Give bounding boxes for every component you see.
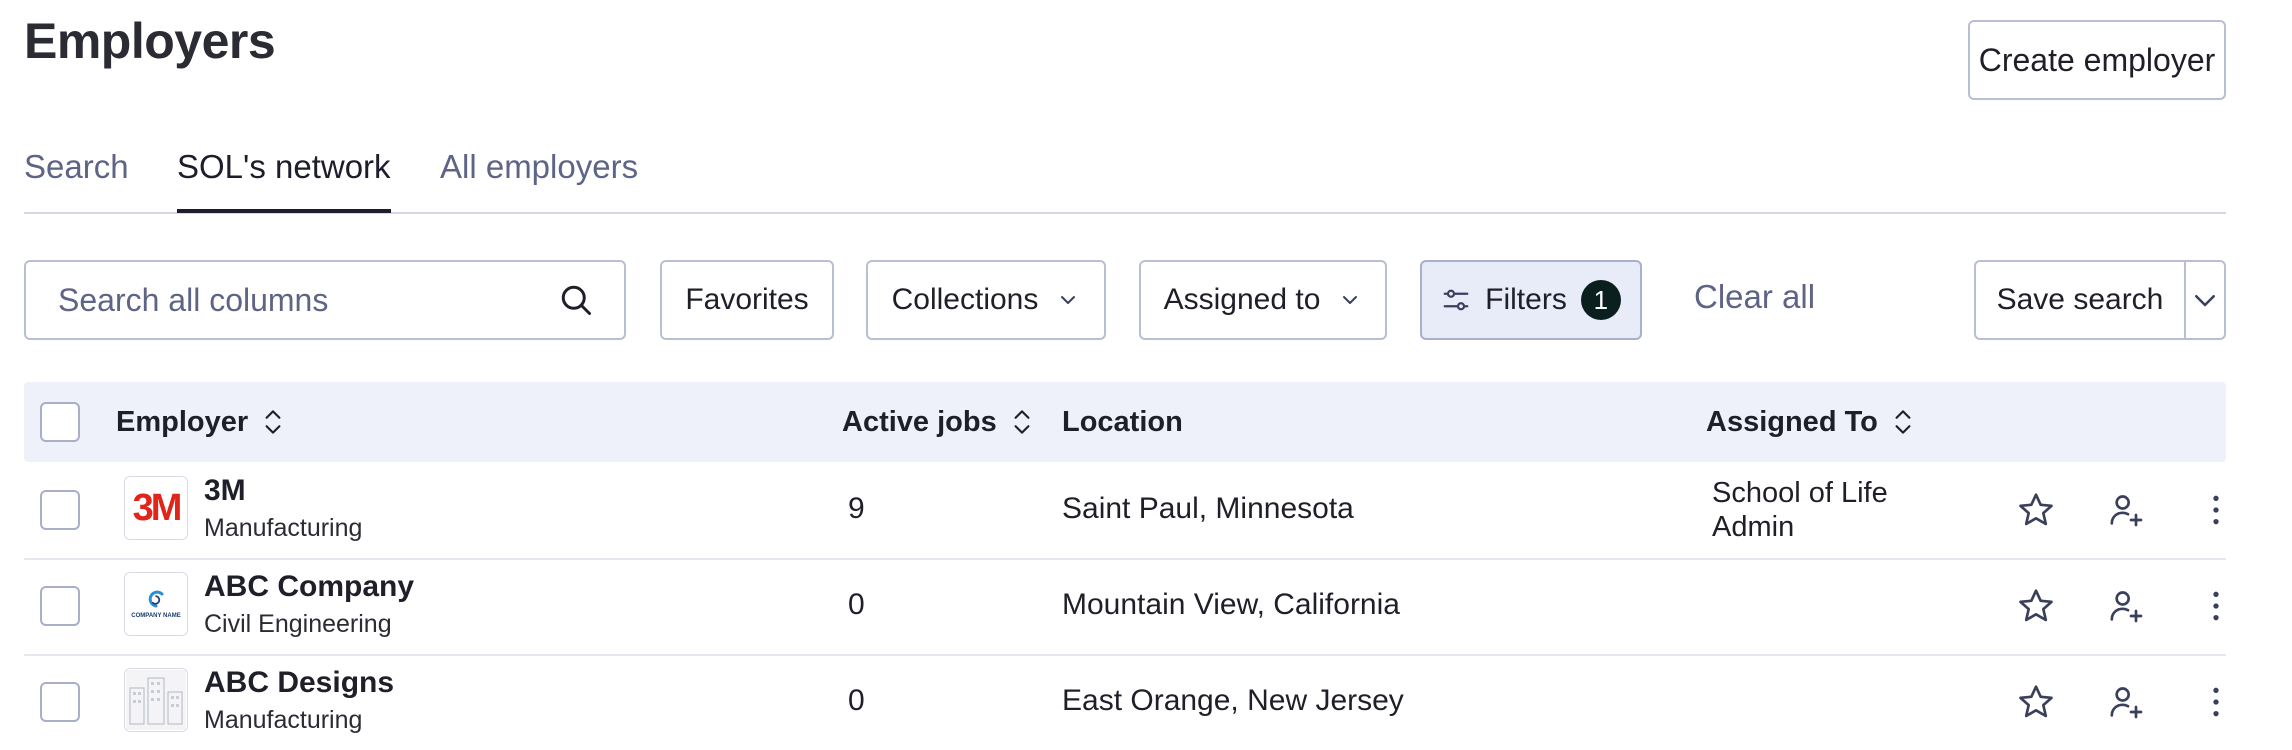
favorites-label: Favorites — [685, 283, 809, 316]
chevron-down-icon — [1338, 288, 1362, 312]
tab-search[interactable]: Search — [24, 148, 129, 210]
employer-logo: 3M — [124, 476, 188, 540]
save-search-group: Save search — [1974, 260, 2226, 340]
employer-logo — [124, 668, 188, 732]
sort-icon[interactable] — [1890, 406, 1916, 438]
star-icon[interactable] — [2016, 682, 2056, 722]
filters-button[interactable]: Filters 1 — [1420, 260, 1642, 340]
column-header-active-jobs: Active jobs — [842, 382, 1035, 462]
favorites-button[interactable]: Favorites — [660, 260, 834, 340]
create-employer-button[interactable]: Create employer — [1968, 20, 2226, 100]
table-row[interactable]: COMPANY NAME ABC Company Civil Engineeri… — [24, 558, 2226, 656]
building-icon — [126, 670, 186, 730]
row-checkbox[interactable] — [40, 490, 80, 530]
column-label-location: Location — [1062, 405, 1183, 438]
save-search-button[interactable]: Save search — [1976, 262, 2186, 338]
user-plus-icon[interactable] — [2106, 490, 2146, 530]
sort-icon[interactable] — [1009, 406, 1035, 438]
employer-location: Saint Paul, Minnesota — [1062, 492, 1354, 525]
tab-sols-network[interactable]: SOL's network — [177, 148, 391, 213]
table-header: Employer Active jobs Location Assigned T… — [24, 382, 2226, 462]
company-logo-mark-icon — [148, 590, 164, 608]
column-label-assigned-to: Assigned To — [1706, 405, 1878, 438]
table-row[interactable]: ABC Designs Manufacturing 0 East Orange,… — [24, 654, 2226, 750]
row-checkbox[interactable] — [40, 586, 80, 626]
column-header-assigned-to: Assigned To — [1706, 382, 1916, 462]
active-jobs-count: 0 — [848, 684, 865, 717]
assigned-to-label: Assigned to — [1163, 283, 1321, 316]
user-plus-icon[interactable] — [2106, 682, 2146, 722]
star-icon[interactable] — [2016, 586, 2056, 626]
save-search-dropdown-button[interactable] — [2186, 262, 2224, 338]
page-title: Employers — [24, 13, 276, 69]
assigned-to-value: School of Life Admin — [1712, 476, 1892, 544]
employer-name[interactable]: 3M — [204, 474, 246, 508]
employer-location: Mountain View, California — [1062, 588, 1400, 621]
filter-count-badge: 1 — [1580, 280, 1621, 320]
logo-company-name: COMPANY NAME — [131, 613, 181, 619]
employer-industry: Civil Engineering — [204, 610, 392, 638]
row-checkbox[interactable] — [40, 682, 80, 722]
clear-all-link[interactable]: Clear all — [1694, 278, 1815, 316]
tab-all-employers[interactable]: All employers — [440, 148, 638, 210]
sort-icon[interactable] — [260, 406, 286, 438]
assigned-to-dropdown[interactable]: Assigned to — [1139, 260, 1387, 340]
more-vertical-icon[interactable] — [2196, 682, 2236, 722]
active-jobs-count: 9 — [848, 492, 865, 525]
assigned-to-line-2: Admin — [1712, 511, 1795, 543]
collections-dropdown[interactable]: Collections — [866, 260, 1106, 340]
sliders-icon — [1441, 285, 1471, 315]
user-plus-icon[interactable] — [2106, 586, 2146, 626]
column-header-location: Location — [1062, 382, 1183, 462]
assigned-to-line-1: School of Life — [1712, 477, 1888, 509]
toolbar: Favorites Collections Assigned to Filter… — [0, 260, 2292, 342]
chevron-down-icon — [1056, 288, 1080, 312]
search-field[interactable] — [24, 260, 626, 340]
column-header-employer: Employer — [116, 382, 286, 462]
employer-logo: COMPANY NAME — [124, 572, 188, 636]
chevron-down-icon — [2190, 285, 2220, 315]
star-icon[interactable] — [2016, 490, 2056, 530]
column-label-employer: Employer — [116, 405, 249, 438]
search-input[interactable] — [56, 280, 540, 320]
logo-3m: 3M — [132, 486, 183, 529]
active-jobs-count: 0 — [848, 588, 865, 621]
employer-industry: Manufacturing — [204, 706, 363, 734]
tab-bar: Search SOL's network All employers — [24, 148, 2226, 214]
table-row[interactable]: 3M 3M Manufacturing 9 Saint Paul, Minnes… — [24, 462, 2226, 560]
column-label-active-jobs: Active jobs — [842, 405, 997, 438]
filters-label: Filters — [1485, 283, 1567, 316]
more-vertical-icon[interactable] — [2196, 586, 2236, 626]
collections-label: Collections — [891, 283, 1039, 316]
employer-name[interactable]: ABC Designs — [204, 666, 394, 700]
select-all-checkbox[interactable] — [40, 402, 80, 442]
search-icon[interactable] — [558, 282, 594, 318]
more-vertical-icon[interactable] — [2196, 490, 2236, 530]
employer-name[interactable]: ABC Company — [204, 570, 414, 604]
employer-location: East Orange, New Jersey — [1062, 684, 1404, 717]
employer-industry: Manufacturing — [204, 514, 363, 542]
